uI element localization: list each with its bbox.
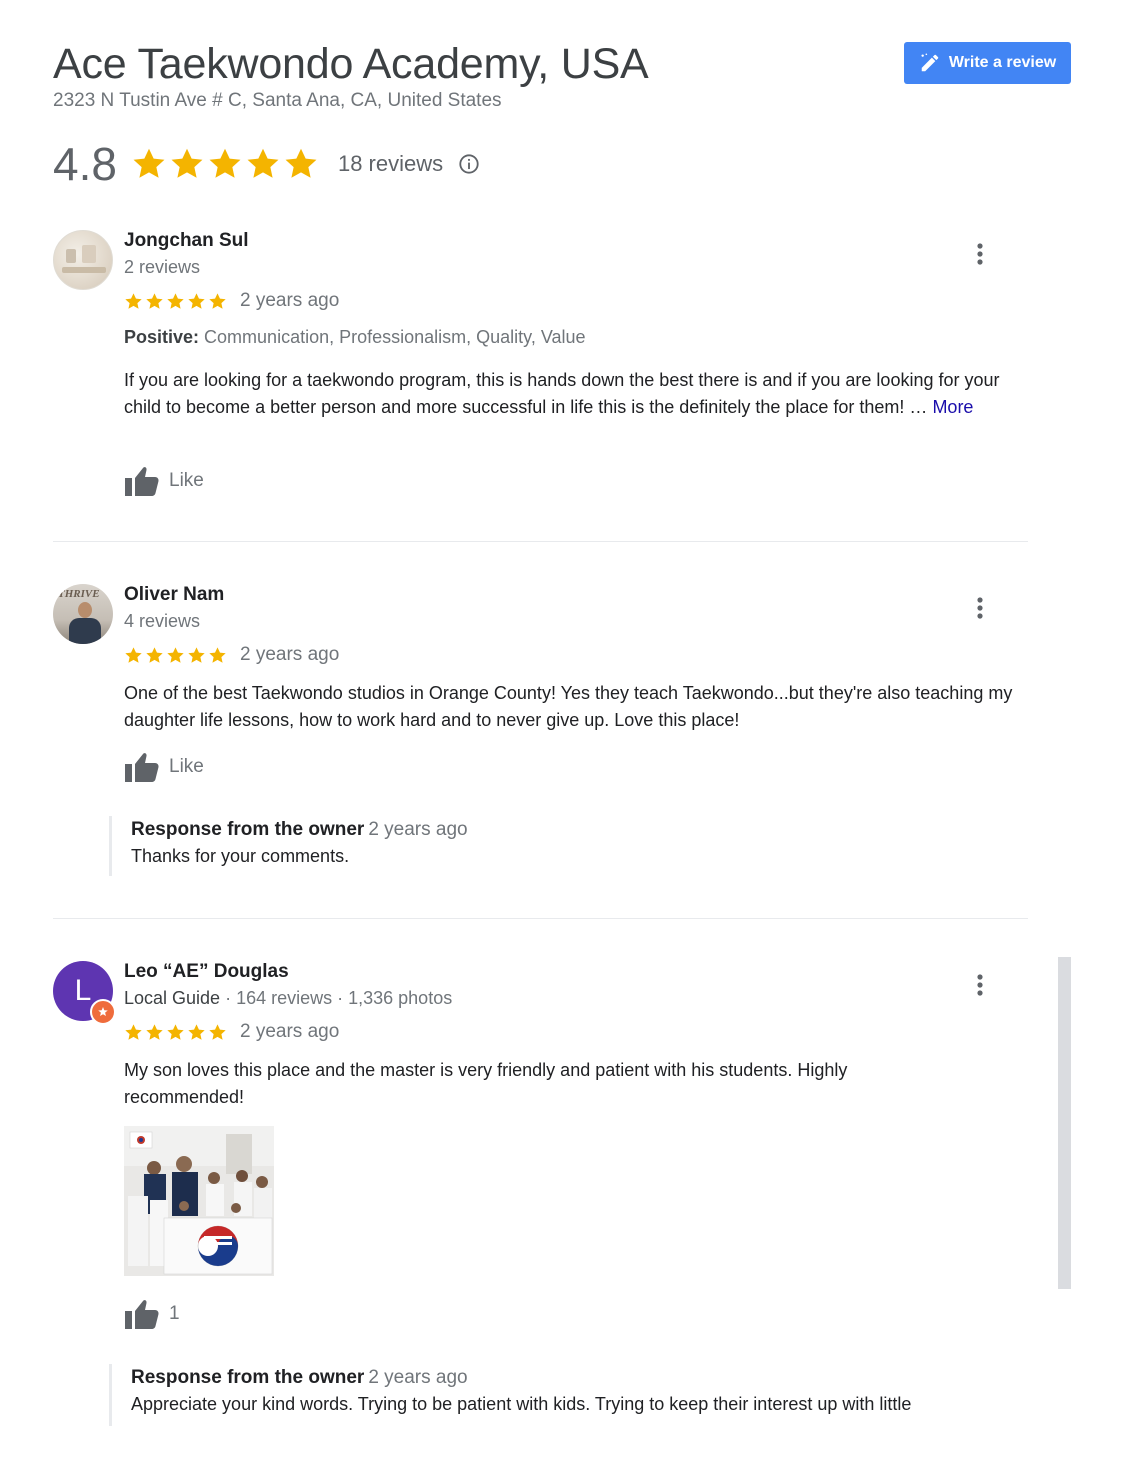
like-count: 1 bbox=[169, 1303, 180, 1324]
review-stars bbox=[124, 292, 227, 311]
star-icon bbox=[133, 148, 165, 178]
thumbs-up-icon bbox=[125, 753, 159, 782]
star-icon bbox=[125, 292, 142, 309]
owner-response-text: Thanks for your comments. bbox=[131, 846, 350, 866]
star-icon bbox=[188, 292, 205, 309]
star-icon bbox=[247, 148, 279, 178]
review-time: 2 years ago bbox=[240, 644, 340, 665]
thumbs-up-icon bbox=[125, 1300, 159, 1329]
like-label: Like bbox=[169, 470, 204, 491]
reviewer-name[interactable]: Leo “AE” Douglas bbox=[124, 961, 289, 983]
review-photo[interactable] bbox=[124, 1126, 274, 1276]
star-icon bbox=[125, 646, 142, 663]
review-stars bbox=[124, 1023, 227, 1042]
owner-response-text: Appreciate your kind words. Trying to be… bbox=[131, 1394, 912, 1414]
reviewer-meta: 2 reviews bbox=[124, 257, 201, 277]
avatar[interactable] bbox=[53, 230, 113, 290]
more-options-icon[interactable] bbox=[968, 971, 992, 999]
owner-response-label: Response from the owner bbox=[131, 819, 365, 840]
avatar[interactable]: L bbox=[53, 961, 116, 1025]
owner-response: Response from the owner 2 years ago Appre… bbox=[109, 1364, 1009, 1426]
owner-response-label: Response from the owner bbox=[131, 1367, 365, 1388]
reviews-count: 18 reviews bbox=[337, 151, 444, 176]
pencil-icon bbox=[919, 52, 941, 74]
star-icon bbox=[209, 292, 226, 309]
star-icon bbox=[171, 148, 203, 178]
reviewer-meta: Local Guide · 164 reviews · 1,336 photos bbox=[124, 988, 452, 1009]
star-icon bbox=[285, 148, 317, 178]
rating-summary: 4.8 18 reviews bbox=[53, 136, 480, 192]
review-rating-row: 2 years ago bbox=[124, 290, 339, 312]
like-label: Like bbox=[169, 756, 204, 777]
info-icon[interactable] bbox=[458, 153, 480, 175]
review-text-body: If you are looking for a taekwondo progr… bbox=[124, 370, 1000, 417]
rating-stars bbox=[131, 146, 319, 182]
write-review-button[interactable]: Write a review bbox=[904, 42, 1071, 84]
more-options-icon[interactable] bbox=[968, 594, 992, 622]
star-icon bbox=[167, 1023, 184, 1040]
like-button[interactable]: Like bbox=[124, 751, 204, 783]
like-button[interactable]: 1 bbox=[124, 1298, 180, 1330]
owner-response-header: Response from the owner 2 years ago bbox=[131, 1364, 1009, 1391]
review-divider bbox=[53, 918, 1028, 919]
star-icon bbox=[146, 292, 163, 309]
local-guide-badge-icon bbox=[90, 999, 116, 1025]
owner-response-header: Response from the owner 2 years ago bbox=[131, 816, 1009, 843]
star-icon bbox=[146, 646, 163, 663]
star-icon bbox=[188, 1023, 205, 1040]
star-icon bbox=[125, 1023, 142, 1040]
star-icon bbox=[188, 646, 205, 663]
star-icon bbox=[209, 148, 241, 178]
avatar[interactable]: THRIVE bbox=[53, 584, 113, 644]
review-time: 2 years ago bbox=[240, 1021, 340, 1042]
owner-response-time: 2 years ago bbox=[368, 819, 468, 840]
owner-response-time: 2 years ago bbox=[368, 1367, 468, 1388]
reviewer-name[interactable]: Oliver Nam bbox=[124, 584, 224, 606]
reviewer-name[interactable]: Jongchan Sul bbox=[124, 230, 249, 252]
thumbs-up-icon bbox=[125, 467, 159, 496]
review-stars bbox=[124, 646, 227, 665]
star-icon bbox=[209, 1023, 226, 1040]
star-icon bbox=[167, 292, 184, 309]
review-divider bbox=[53, 541, 1028, 542]
review-rating-row: 2 years ago bbox=[124, 1021, 339, 1043]
reviewer-stats: · 164 reviews · 1,336 photos bbox=[220, 988, 453, 1008]
review-text: If you are looking for a taekwondo progr… bbox=[124, 367, 1014, 421]
review-rating-row: 2 years ago bbox=[124, 644, 339, 666]
rating-value: 4.8 bbox=[53, 138, 117, 190]
more-options-icon[interactable] bbox=[968, 240, 992, 268]
positive-values: Communication, Professionalism, Quality,… bbox=[204, 327, 586, 347]
local-guide-label: Local Guide bbox=[124, 988, 221, 1008]
positive-label: Positive: bbox=[124, 327, 200, 347]
like-button[interactable]: Like bbox=[124, 465, 204, 497]
star-icon bbox=[146, 1023, 163, 1040]
page-title: Ace Taekwondo Academy, USA bbox=[53, 40, 649, 88]
write-review-label: Write a review bbox=[948, 54, 1057, 71]
review-positive-attributes: Positive: Communication, Professionalism… bbox=[124, 327, 586, 348]
more-link[interactable]: More bbox=[932, 397, 973, 417]
review-text: My son loves this place and the master i… bbox=[124, 1060, 848, 1107]
scrollbar[interactable] bbox=[1058, 957, 1071, 1289]
owner-response: Response from the owner 2 years ago Thank… bbox=[109, 816, 1009, 876]
business-address: 2323 N Tustin Ave # C, Santa Ana, CA, Un… bbox=[53, 90, 502, 111]
star-icon bbox=[167, 646, 184, 663]
reviewer-meta: 4 reviews bbox=[124, 611, 201, 631]
review-text: One of the best Taekwondo studios in Ora… bbox=[124, 683, 1013, 730]
review-time: 2 years ago bbox=[240, 290, 340, 311]
star-icon bbox=[209, 646, 226, 663]
